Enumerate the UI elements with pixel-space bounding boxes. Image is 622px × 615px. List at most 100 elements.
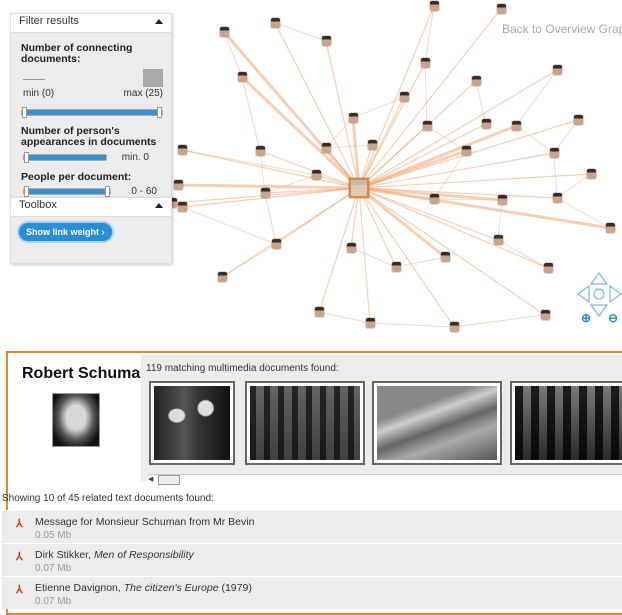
toolbox-panel: Toolbox Show link weight › <box>10 197 172 264</box>
people-per-doc-slider[interactable] <box>23 186 111 197</box>
appearances-slider[interactable] <box>23 152 107 163</box>
zoom-out-icon[interactable]: ⊖ <box>608 312 622 326</box>
person-detail-card: Robert Schuman 119 matching multimedia d… <box>2 351 622 615</box>
text-document-item[interactable]: ⅄ Etienne Davignon, The citizen's Europe … <box>2 576 622 609</box>
pan-left-icon[interactable] <box>577 284 590 304</box>
person-node[interactable] <box>482 119 491 129</box>
filter-panel-header[interactable]: Filter results <box>11 14 171 33</box>
collapse-caret-icon[interactable] <box>155 19 163 24</box>
media-thumbnail[interactable] <box>372 381 502 465</box>
pdf-icon: ⅄ <box>16 518 23 530</box>
connecting-docs-slider[interactable] <box>21 107 163 118</box>
multimedia-gallery: 119 matching multimedia documents found:… <box>141 355 622 485</box>
filter-panel: Filter results Number of connecting docu… <box>10 13 172 205</box>
person-node[interactable] <box>312 170 321 180</box>
document-size: 0.07 Mb <box>35 596 72 607</box>
person-node[interactable] <box>271 18 280 28</box>
pdf-icon: ⅄ <box>16 584 23 596</box>
document-title[interactable]: Etienne Davignon, The citizen's Europe (… <box>35 582 252 594</box>
person-node[interactable] <box>315 307 324 317</box>
person-node[interactable] <box>178 145 187 155</box>
person-node[interactable] <box>220 27 229 37</box>
person-node[interactable] <box>368 140 377 150</box>
person-node[interactable] <box>441 252 450 262</box>
person-node[interactable] <box>421 58 430 68</box>
slider-handle-min[interactable] <box>22 107 27 118</box>
person-node[interactable] <box>256 146 265 156</box>
pan-up-icon[interactable] <box>589 271 609 285</box>
person-node[interactable] <box>423 121 432 131</box>
person-node[interactable] <box>322 36 331 46</box>
person-node[interactable] <box>497 4 506 14</box>
document-title[interactable]: Message for Monsieur Schuman from Mr Bev… <box>35 516 254 528</box>
scroll-left-icon[interactable]: ◀ <box>148 475 153 483</box>
person-node[interactable] <box>218 272 227 282</box>
slider-handle[interactable] <box>24 152 29 163</box>
toolbox-header[interactable]: Toolbox <box>11 198 171 217</box>
min-label: min (0) <box>23 88 55 99</box>
person-node[interactable] <box>178 202 187 212</box>
person-portrait <box>52 393 100 447</box>
document-title[interactable]: Dirk Stikker, Men of Responsibility <box>35 549 194 561</box>
person-node[interactable] <box>498 195 507 205</box>
arrow-right-icon: › <box>101 227 105 237</box>
person-node[interactable] <box>550 148 559 158</box>
pan-center-icon[interactable] <box>593 288 605 300</box>
person-node[interactable] <box>462 146 471 156</box>
slider-handle-min[interactable] <box>24 186 29 197</box>
person-node[interactable] <box>450 322 459 332</box>
person-node[interactable] <box>541 310 550 320</box>
person-node[interactable] <box>553 65 562 75</box>
person-node[interactable] <box>553 193 562 203</box>
person-node[interactable] <box>322 143 331 153</box>
docs-count-label: Showing 10 of 45 related text documents … <box>2 493 214 504</box>
appearances-label: Number of person's appearances in docume… <box>21 125 157 148</box>
media-thumbnail[interactable] <box>149 381 235 465</box>
text-document-item[interactable]: ⅄ Message for Monsieur Schuman from Mr Be… <box>2 510 622 543</box>
connecting-docs-label: Number of connecting documents: <box>21 42 133 65</box>
person-node[interactable] <box>606 223 615 233</box>
person-node[interactable] <box>272 239 281 249</box>
person-node[interactable] <box>400 92 409 102</box>
person-node[interactable] <box>574 115 583 125</box>
person-node[interactable] <box>392 262 401 272</box>
max-label: max (25) <box>123 88 163 99</box>
scrollbar-thumb[interactable] <box>158 475 180 485</box>
max-weight-swatch <box>143 69 163 87</box>
min-weight-swatch <box>23 79 45 80</box>
person-node[interactable] <box>430 1 439 11</box>
slider-handle-max[interactable] <box>105 186 110 197</box>
show-link-weight-label: Show link weight <box>26 227 100 237</box>
slider-handle-max[interactable] <box>157 107 162 118</box>
media-thumbnail[interactable] <box>510 381 622 465</box>
show-link-weight-button[interactable]: Show link weight › <box>19 223 112 241</box>
person-node[interactable] <box>544 263 553 273</box>
collapse-caret-icon[interactable] <box>155 203 163 208</box>
media-thumbnail[interactable] <box>245 381 365 465</box>
selected-person-node[interactable] <box>349 178 369 198</box>
person-name: Robert Schuman <box>22 365 151 382</box>
back-to-overview-link[interactable]: Back to Overview Graph <box>502 22 622 36</box>
appearances-value: min. 0 <box>121 152 149 163</box>
person-node[interactable] <box>238 72 247 82</box>
person-node[interactable] <box>349 113 358 123</box>
person-node[interactable] <box>494 235 503 245</box>
pan-right-icon[interactable] <box>609 284 622 304</box>
person-node[interactable] <box>347 243 356 253</box>
person-node[interactable] <box>366 318 375 328</box>
toolbox-title: Toolbox <box>19 199 57 211</box>
network-graph[interactable]: Back to Overview Graph Filter results Nu… <box>0 0 622 343</box>
gallery-scrollbar[interactable]: ◀ <box>148 474 622 485</box>
person-node[interactable] <box>587 169 596 179</box>
people-per-doc-value: 0 - 60 <box>131 186 157 197</box>
text-document-item[interactable]: ⅄ Dirk Stikker, Men of Responsibility 0.07… <box>2 543 622 576</box>
pdf-icon: ⅄ <box>16 551 23 563</box>
person-node[interactable] <box>261 188 270 198</box>
person-node[interactable] <box>430 194 439 204</box>
filter-panel-title: Filter results <box>19 15 79 27</box>
zoom-in-icon[interactable]: ⊕ <box>581 312 595 326</box>
person-node[interactable] <box>472 76 481 86</box>
person-node[interactable] <box>512 121 521 131</box>
document-size: 0.07 Mb <box>35 563 72 574</box>
person-node[interactable] <box>174 180 183 190</box>
